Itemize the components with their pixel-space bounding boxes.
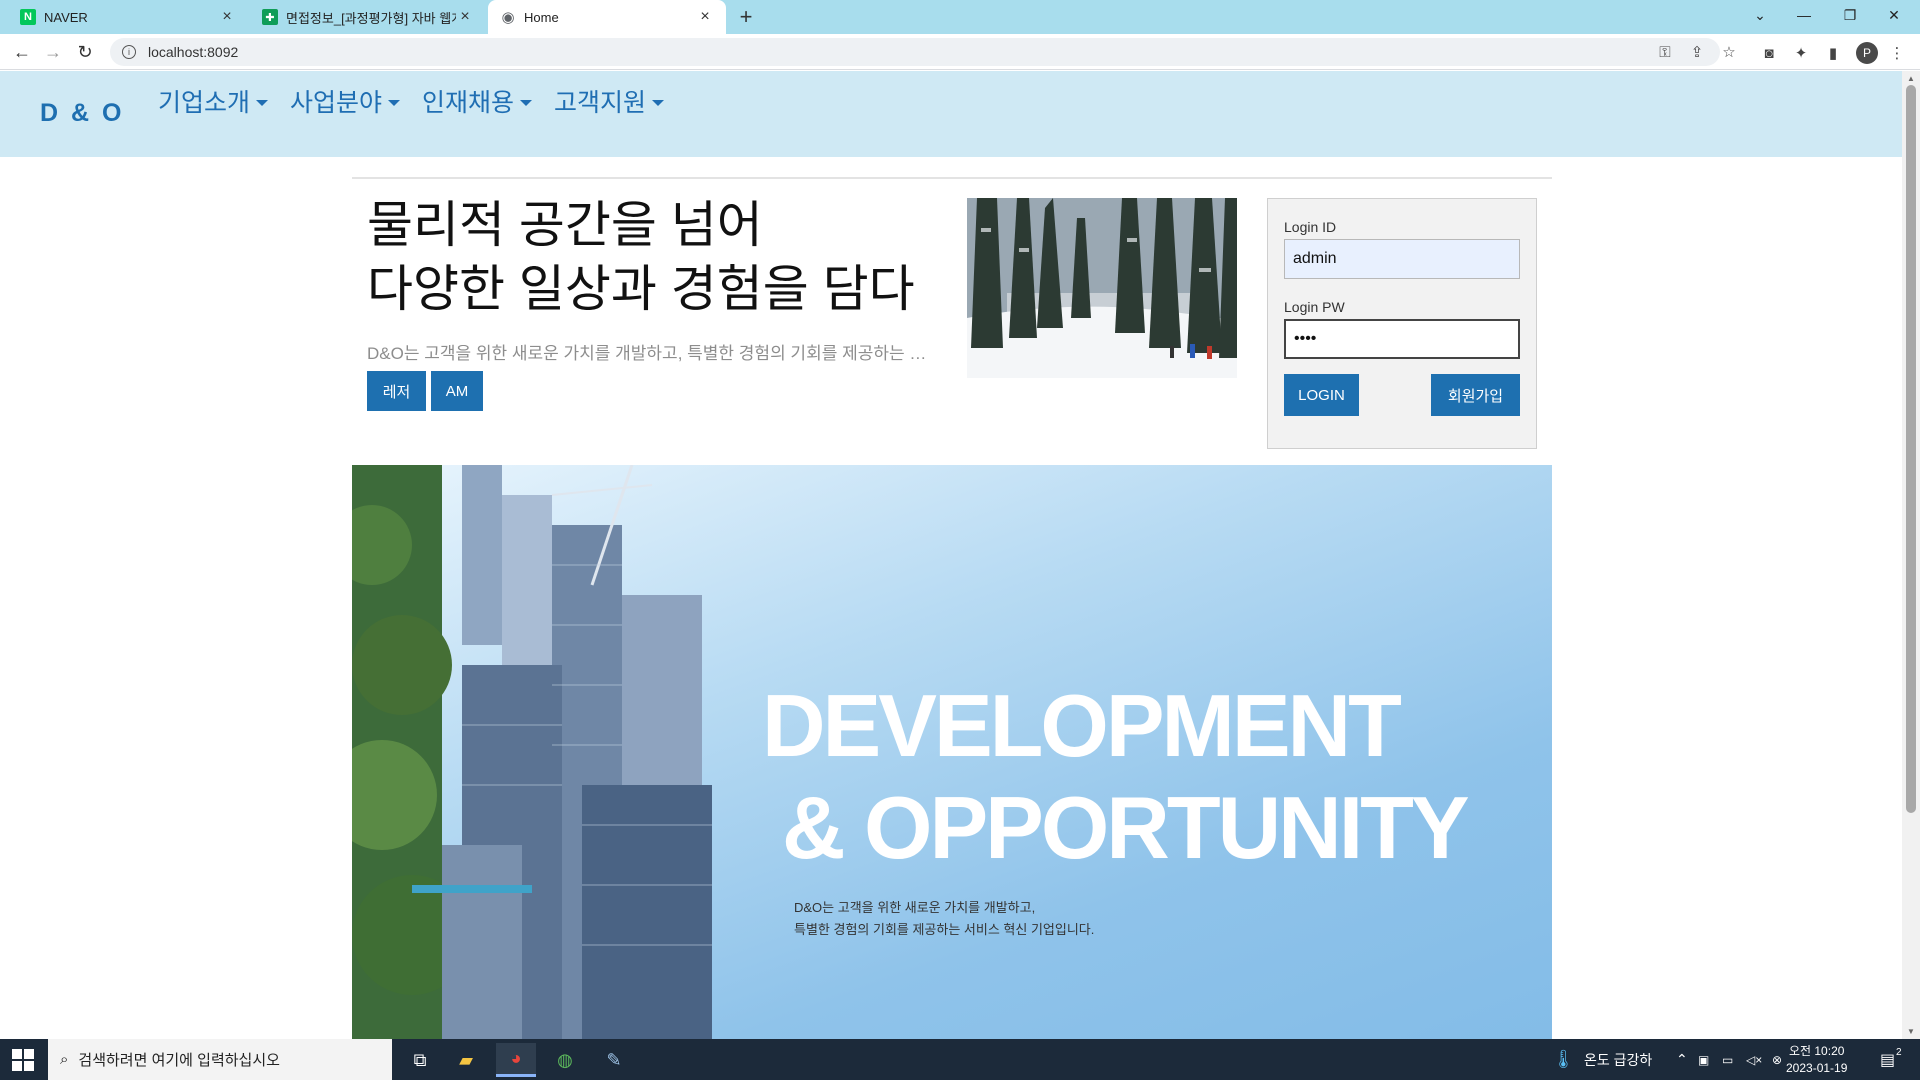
extensions-icon[interactable]: ✦ (1790, 42, 1812, 64)
search-icon: ⌕ (60, 1051, 69, 1068)
login-pw-input[interactable]: •••• (1284, 319, 1520, 359)
divider (352, 177, 1552, 179)
forward-icon[interactable]: → (41, 40, 65, 64)
menu-label: 기업소개 (158, 89, 251, 117)
meet-now-icon[interactable]: ▣ (1698, 1039, 1709, 1080)
site-logo[interactable]: D & O (40, 99, 124, 128)
banner-description: D&O는 고객을 위한 새로운 가치를 개발하고, 특별한 경험의 기회를 제공… (794, 897, 1094, 941)
signup-button[interactable]: 회원가입 (1431, 374, 1520, 416)
new-tab-button[interactable]: + (733, 4, 759, 29)
side-panel-icon[interactable]: ▮ (1822, 42, 1844, 64)
caret-down-icon (652, 100, 665, 106)
clock-time: 오전 10:20 (1788, 1044, 1845, 1058)
task-view-icon[interactable]: ⧉ (400, 1043, 440, 1077)
share-icon[interactable]: ⇪ (1686, 41, 1708, 63)
login-button[interactable]: LOGIN (1284, 374, 1359, 416)
login-id-label: Login ID (1284, 219, 1337, 235)
tab-title: Home (524, 9, 559, 25)
hero-banner: DEVELOPMENT & OPPORTUNITY D&O는 고객을 위한 새로… (352, 465, 1552, 1039)
menu-company[interactable]: 기업소개 (158, 83, 269, 119)
key-icon[interactable]: ⚿ (1654, 41, 1676, 63)
notification-icon[interactable]: ▤ (1880, 1039, 1895, 1080)
globe-icon: ◉ (500, 9, 516, 26)
menu-label: 고객지원 (554, 89, 647, 117)
headline-line: 다양한 일상과 경험을 담다 (367, 261, 915, 317)
search-placeholder: 검색하려면 여기에 입력하십시오 (78, 1052, 280, 1069)
profile-avatar[interactable]: P (1856, 42, 1878, 64)
tab-sheet[interactable]: ✚ 면접정보_[과정평가형] 자바 웹개발 × (250, 0, 486, 34)
city-skyline-illustration (352, 465, 712, 1039)
app-paint-icon[interactable]: ✎ (594, 1043, 634, 1077)
windows-start-icon[interactable] (12, 1049, 34, 1071)
minimize-button[interactable]: — (1782, 0, 1826, 30)
page-scrollbar[interactable]: ▲ ▼ (1902, 71, 1920, 1039)
close-icon[interactable]: × (456, 8, 474, 26)
scroll-thumb[interactable] (1906, 85, 1916, 813)
system-clock[interactable]: 오전 10:20 2023-01-19 (1786, 1043, 1847, 1077)
address-bar[interactable]: i localhost:8092 (110, 38, 1720, 66)
site-info-icon[interactable]: i (122, 45, 136, 59)
snow-forest-image (967, 198, 1237, 378)
status-icon[interactable]: ⊗ (1772, 1039, 1782, 1080)
menu-kebab-icon[interactable]: ⋮ (1886, 42, 1908, 64)
menu-support[interactable]: 고객지원 (554, 83, 665, 119)
network-icon[interactable]: ▭ (1722, 1039, 1733, 1080)
tab-strip: N NAVER × ✚ 면접정보_[과정평가형] 자바 웹개발 × ◉ Home… (0, 0, 1920, 34)
login-panel: Login ID admin Login PW •••• LOGIN 회원가입 (1267, 198, 1537, 449)
caret-down-icon (388, 100, 401, 106)
tray-chevron-icon[interactable]: ⌃ (1676, 1039, 1688, 1080)
restore-button[interactable]: ❐ (1828, 0, 1872, 30)
banner-title: DEVELOPMENT & OPPORTUNITY (762, 675, 1470, 879)
banner-text-line: D&O는 고객을 위한 새로운 가치를 개발하고, (794, 900, 1036, 915)
scroll-up-icon[interactable]: ▲ (1906, 73, 1916, 83)
tab-title: 면접정보_[과정평가형] 자바 웹개발 (286, 10, 456, 26)
reload-icon[interactable]: ↻ (73, 40, 97, 64)
site-navbar: D & O 기업소개 사업분야 인재채용 고객지원 (0, 71, 1902, 157)
window-close-button[interactable]: ✕ (1872, 0, 1916, 30)
login-id-input[interactable]: admin (1284, 239, 1520, 279)
banner-title-line: & OPPORTUNITY (782, 778, 1470, 877)
volume-muted-icon[interactable]: ◁× (1746, 1039, 1762, 1080)
tab-naver[interactable]: N NAVER × (8, 0, 248, 34)
headline-line: 물리적 공간을 넘어 (367, 197, 763, 253)
naver-icon: N (20, 9, 36, 25)
page-viewport: D & O 기업소개 사업분야 인재채용 고객지원 물리적 공간을 넘어 다양한… (0, 71, 1902, 1039)
menu-label: 인재채용 (422, 89, 515, 117)
weather-icon[interactable]: 🌡 (1552, 1039, 1575, 1080)
am-button[interactable]: AM (431, 371, 483, 411)
close-icon[interactable]: × (696, 8, 714, 26)
menu-business[interactable]: 사업분야 (290, 83, 401, 119)
camera-icon[interactable]: ◙ (1758, 42, 1780, 64)
login-pw-label: Login PW (1284, 299, 1345, 315)
hero-lead-text: D&O는 고객을 위한 새로운 가치를 개발하고, 특별한 경험의 기회를 제공… (367, 344, 932, 363)
tab-home[interactable]: ◉ Home × (488, 0, 726, 34)
notification-count: 2 (1896, 1047, 1902, 1058)
taskbar: ⌕ 검색하려면 여기에 입력하십시오 ⧉ ▰ ◕ ◍ ✎ 🌡 온도 급강하 ⌃ … (0, 1039, 1920, 1080)
weather-text[interactable]: 온도 급강하 (1584, 1039, 1652, 1080)
caret-down-icon (256, 100, 269, 106)
app-leaf-icon[interactable]: ◍ (545, 1043, 585, 1077)
chrome-icon[interactable]: ◕ (496, 1043, 536, 1077)
leisure-button[interactable]: 레저 (367, 371, 426, 411)
banner-text-line: 특별한 경험의 기회를 제공하는 서비스 혁신 기업입니다. (794, 922, 1095, 937)
tab-search-dropdown-icon[interactable]: ⌄ (1738, 0, 1782, 30)
sheets-icon: ✚ (262, 9, 278, 25)
banner-title-line: DEVELOPMENT (762, 676, 1402, 775)
toolbar: ← → ↻ i localhost:8092 ⚿ ⇪ ☆ ◙ ✦ ▮ ⋮ (0, 34, 1920, 70)
taskbar-search-input[interactable]: ⌕ 검색하려면 여기에 입력하십시오 (48, 1039, 392, 1080)
clock-date: 2023-01-19 (1786, 1061, 1848, 1075)
url-text: localhost:8092 (148, 44, 239, 60)
menu-recruit[interactable]: 인재채용 (422, 83, 533, 119)
back-icon[interactable]: ← (10, 40, 34, 64)
main-menu: 기업소개 사업분야 인재채용 고객지원 (158, 83, 665, 119)
close-icon[interactable]: × (218, 8, 236, 26)
file-explorer-icon[interactable]: ▰ (446, 1043, 486, 1077)
menu-label: 사업분야 (290, 89, 383, 117)
scroll-down-icon[interactable]: ▼ (1906, 1026, 1916, 1036)
bookmark-star-icon[interactable]: ☆ (1718, 41, 1740, 63)
tab-title: NAVER (44, 9, 88, 25)
hero-headline: 물리적 공간을 넘어 다양한 일상과 경험을 담다 (367, 193, 915, 321)
caret-down-icon (520, 100, 533, 106)
